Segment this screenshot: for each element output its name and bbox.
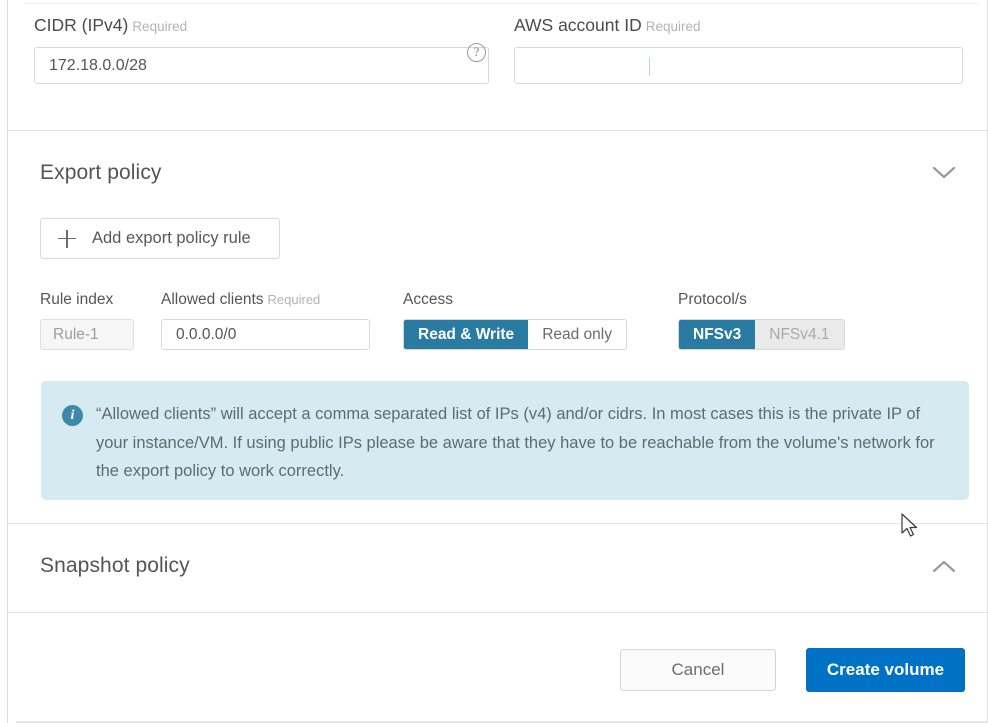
export-policy-rule-row: Rule index Rule-1 Allowed clients Require…: [8, 291, 987, 351]
protocol-option-nfsv41[interactable]: NFSv4.1: [755, 320, 844, 349]
access-column: Access Read & Write Read only: [403, 291, 627, 350]
aws-account-required-tag: Required: [645, 19, 701, 34]
add-export-policy-rule-button[interactable]: Add export policy rule: [40, 218, 280, 259]
chevron-down-icon[interactable]: [931, 164, 957, 180]
allowed-clients-label: Allowed clients Required: [161, 291, 370, 309]
protocols-column: Protocol/s NFSv3 NFSv4.1: [678, 291, 845, 350]
cidr-input-value: 172.18.0.0/28: [49, 56, 147, 74]
allowed-clients-required-tag: Required: [267, 292, 321, 307]
export-policy-section: Export policy Add export policy rule Rul…: [8, 131, 987, 523]
info-circle-icon: i: [62, 405, 83, 426]
rule-index-column: Rule index Rule-1: [40, 291, 134, 350]
chevron-up-icon[interactable]: [931, 559, 957, 575]
snapshot-policy-section: Snapshot policy: [8, 524, 987, 612]
aws-account-input[interactable]: [514, 47, 963, 84]
access-option-read-write[interactable]: Read & Write: [404, 320, 529, 349]
cancel-button[interactable]: Cancel: [620, 649, 776, 691]
protocol-option-nfsv3[interactable]: NFSv3: [679, 320, 756, 349]
allowed-clients-label-text: Allowed clients: [161, 291, 264, 308]
network-fields-section: CIDR (IPv4) Required 172.18.0.0/28 ? AWS …: [8, 14, 987, 130]
allowed-clients-value: 0.0.0.0/0: [176, 325, 237, 343]
top-divider: [24, 3, 979, 4]
aws-account-field-group: AWS account ID Required: [514, 14, 969, 84]
export-policy-title: Export policy: [40, 161, 162, 184]
mouse-cursor-icon: [901, 513, 921, 541]
aws-account-label-text: AWS account ID: [514, 15, 642, 35]
rule-index-value: Rule-1: [53, 325, 99, 343]
create-volume-panel: CIDR (IPv4) Required 172.18.0.0/28 ? AWS …: [7, 0, 988, 723]
dialog-footer: Cancel Create volume: [8, 613, 987, 723]
access-option-read-only[interactable]: Read only: [528, 320, 626, 349]
snapshot-policy-title: Snapshot policy: [40, 554, 190, 577]
allowed-clients-input[interactable]: 0.0.0.0/0: [161, 319, 370, 350]
allowed-clients-info-banner: i “Allowed clients” will accept a comma …: [41, 381, 969, 500]
allowed-clients-column: Allowed clients Required 0.0.0.0/0: [161, 291, 370, 350]
plus-icon: [58, 229, 76, 248]
cidr-field-group: CIDR (IPv4) Required 172.18.0.0/28: [34, 14, 489, 84]
cidr-label: CIDR (IPv4) Required: [34, 14, 489, 38]
rule-index-label: Rule index: [40, 291, 114, 308]
cidr-input[interactable]: 172.18.0.0/28: [34, 47, 489, 84]
text-caret: [649, 57, 650, 76]
create-volume-button[interactable]: Create volume: [806, 648, 965, 692]
question-mark-circle-icon[interactable]: ?: [467, 43, 486, 62]
protocols-toggle-group: NFSv3 NFSv4.1: [678, 319, 845, 350]
add-export-policy-rule-label: Add export policy rule: [92, 229, 251, 247]
allowed-clients-info-text: “Allowed clients” will accept a comma se…: [96, 405, 935, 480]
protocols-label: Protocol/s: [678, 291, 747, 308]
aws-account-label: AWS account ID Required: [514, 14, 969, 38]
access-label: Access: [403, 291, 453, 308]
cidr-required-tag: Required: [132, 19, 188, 34]
rule-index-input: Rule-1: [40, 319, 134, 350]
cidr-label-text: CIDR (IPv4): [34, 15, 129, 35]
access-toggle-group: Read & Write Read only: [403, 319, 627, 350]
